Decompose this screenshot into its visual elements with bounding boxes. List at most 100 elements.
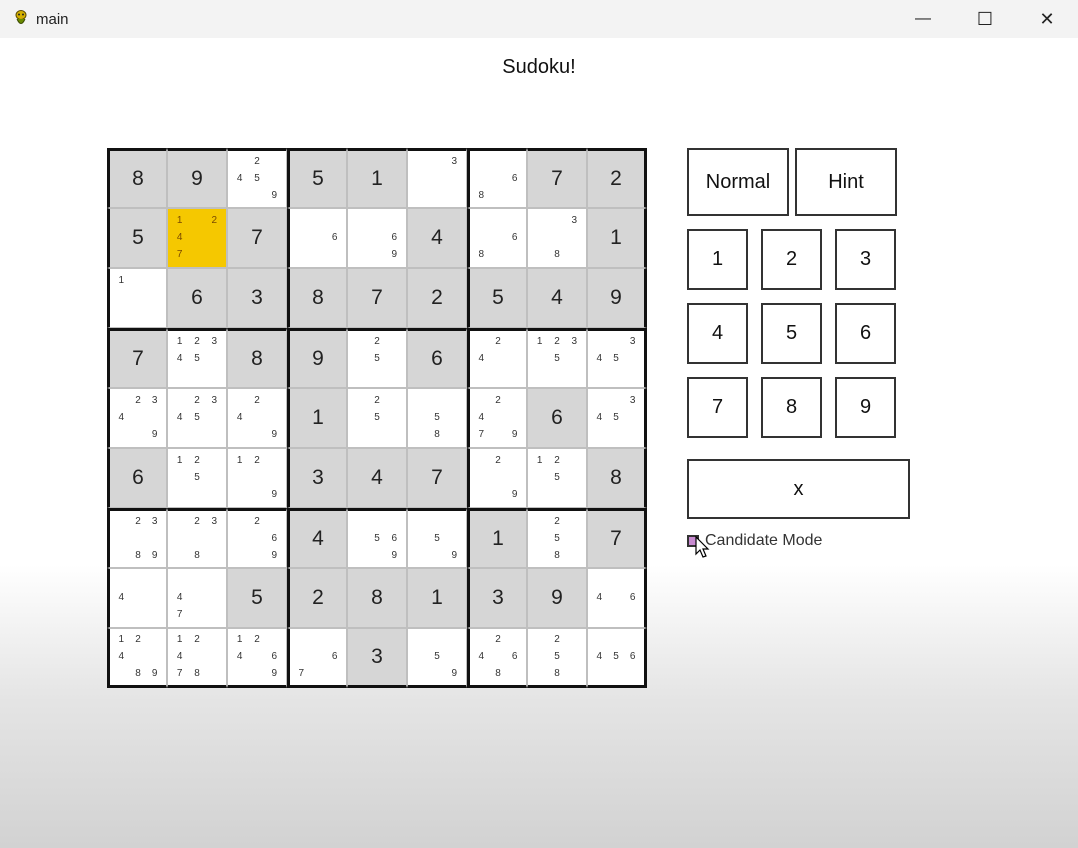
sudoku-cell[interactable]: 7	[347, 268, 407, 328]
sudoku-cell[interactable]: 46	[587, 568, 647, 628]
sudoku-cell[interactable]: 59	[407, 628, 467, 688]
sudoku-cell[interactable]: 4	[287, 508, 347, 568]
sudoku-cell[interactable]: 1	[467, 508, 527, 568]
sudoku-cell[interactable]: 2	[587, 148, 647, 208]
sudoku-cell[interactable]: 1	[107, 268, 167, 328]
sudoku-cell[interactable]: 6	[527, 388, 587, 448]
sudoku-cell[interactable]: 2 5 8	[527, 508, 587, 568]
sudoku-cell[interactable]: 3	[347, 628, 407, 688]
sudoku-cell[interactable]: 8	[587, 448, 647, 508]
sudoku-cell[interactable]: 9	[587, 268, 647, 328]
sudoku-cell[interactable]: 5	[467, 268, 527, 328]
sudoku-cell[interactable]: 9	[287, 328, 347, 388]
sudoku-cell[interactable]: 4	[407, 208, 467, 268]
sudoku-cell[interactable]: 23 4 9	[107, 388, 167, 448]
sudoku-cell[interactable]: 7	[527, 148, 587, 208]
sudoku-cell[interactable]: 47	[167, 568, 227, 628]
sudoku-cell[interactable]: 9	[527, 568, 587, 628]
sudoku-cell[interactable]: 1	[587, 208, 647, 268]
hint-button[interactable]: Hint	[795, 148, 897, 216]
sudoku-cell[interactable]: 69	[347, 208, 407, 268]
normal-mode-button[interactable]: Normal	[687, 148, 789, 216]
sudoku-cell[interactable]: 24 7 9	[467, 388, 527, 448]
sudoku-cell[interactable]: 4	[107, 568, 167, 628]
sudoku-cell[interactable]: 9	[167, 148, 227, 208]
sudoku-cell[interactable]: 1	[407, 568, 467, 628]
sudoku-cell[interactable]: 56 9	[347, 508, 407, 568]
sudoku-cell[interactable]: 2459	[227, 148, 287, 208]
cell-candidates: 123 45	[171, 334, 223, 384]
digit-button-1[interactable]: 1	[687, 229, 748, 290]
sudoku-cell[interactable]: 68	[467, 208, 527, 268]
sudoku-cell[interactable]: 26 9	[227, 508, 287, 568]
sudoku-cell[interactable]: 23 45	[167, 388, 227, 448]
sudoku-cell[interactable]: 24 9	[227, 388, 287, 448]
candidate-digit	[248, 649, 265, 666]
sudoku-cell[interactable]: 67	[287, 628, 347, 688]
sudoku-cell[interactable]: 29	[467, 448, 527, 508]
sudoku-cell[interactable]: 1 2 4 7	[167, 208, 227, 268]
sudoku-cell[interactable]: 38	[527, 208, 587, 268]
sudoku-cell[interactable]: 3	[227, 268, 287, 328]
minimize-button[interactable]: —	[892, 0, 954, 38]
sudoku-cell[interactable]: 25	[347, 388, 407, 448]
sudoku-cell[interactable]: 3	[407, 148, 467, 208]
sudoku-cell[interactable]: 124 78	[167, 628, 227, 688]
sudoku-cell[interactable]: 12 5	[167, 448, 227, 508]
sudoku-cell[interactable]: 6	[107, 448, 167, 508]
sudoku-cell[interactable]: 24	[467, 328, 527, 388]
clear-button[interactable]: x	[687, 459, 910, 519]
sudoku-cell[interactable]: 12489	[107, 628, 167, 688]
sudoku-cell[interactable]: 5	[287, 148, 347, 208]
sudoku-cell[interactable]: 4	[527, 268, 587, 328]
close-button[interactable]: ✕	[1016, 0, 1078, 38]
digit-button-6[interactable]: 6	[835, 303, 896, 364]
sudoku-cell[interactable]: 5	[227, 568, 287, 628]
sudoku-cell[interactable]: 4	[347, 448, 407, 508]
sudoku-cell[interactable]: 6	[167, 268, 227, 328]
sudoku-cell[interactable]: 68	[467, 148, 527, 208]
sudoku-cell[interactable]: 6	[407, 328, 467, 388]
sudoku-cell[interactable]: 23 8	[167, 508, 227, 568]
sudoku-cell[interactable]: 8	[107, 148, 167, 208]
sudoku-cell[interactable]: 58	[407, 388, 467, 448]
candidate-digit	[130, 272, 147, 289]
candidate-digit: 8	[478, 189, 485, 201]
maximize-button[interactable]: ☐	[954, 0, 1016, 38]
sudoku-cell[interactable]: 59	[407, 508, 467, 568]
sudoku-cell[interactable]: 5	[107, 208, 167, 268]
sudoku-cell[interactable]: 123 45	[167, 328, 227, 388]
sudoku-cell[interactable]: 3 45	[587, 328, 647, 388]
digit-button-9[interactable]: 9	[835, 377, 896, 438]
sudoku-cell[interactable]: 25	[347, 328, 407, 388]
digit-button-8[interactable]: 8	[761, 377, 822, 438]
sudoku-cell[interactable]: 456	[587, 628, 647, 688]
sudoku-cell[interactable]: 8	[227, 328, 287, 388]
sudoku-cell[interactable]: 12 9	[227, 448, 287, 508]
sudoku-cell[interactable]: 2	[407, 268, 467, 328]
sudoku-cell[interactable]: 6	[287, 208, 347, 268]
sudoku-cell[interactable]: 2 5 8	[527, 628, 587, 688]
sudoku-cell[interactable]: 2	[287, 568, 347, 628]
digit-button-2[interactable]: 2	[761, 229, 822, 290]
sudoku-cell[interactable]: 124 6 9	[227, 628, 287, 688]
sudoku-cell[interactable]: 8	[347, 568, 407, 628]
sudoku-cell[interactable]: 7	[587, 508, 647, 568]
sudoku-cell[interactable]: 3	[467, 568, 527, 628]
sudoku-cell[interactable]: 1235	[527, 328, 587, 388]
sudoku-cell[interactable]: 1	[347, 148, 407, 208]
digit-button-4[interactable]: 4	[687, 303, 748, 364]
sudoku-cell[interactable]: 24 68	[467, 628, 527, 688]
sudoku-cell[interactable]: 7	[107, 328, 167, 388]
sudoku-cell[interactable]: 3 45	[587, 388, 647, 448]
sudoku-cell[interactable]: 8	[287, 268, 347, 328]
sudoku-cell[interactable]: 23 89	[107, 508, 167, 568]
sudoku-cell[interactable]: 7	[407, 448, 467, 508]
sudoku-cell[interactable]: 7	[227, 208, 287, 268]
sudoku-cell[interactable]: 12 5	[527, 448, 587, 508]
digit-button-7[interactable]: 7	[687, 377, 748, 438]
digit-button-3[interactable]: 3	[835, 229, 896, 290]
sudoku-cell[interactable]: 1	[287, 388, 347, 448]
sudoku-cell[interactable]: 3	[287, 448, 347, 508]
digit-button-5[interactable]: 5	[761, 303, 822, 364]
